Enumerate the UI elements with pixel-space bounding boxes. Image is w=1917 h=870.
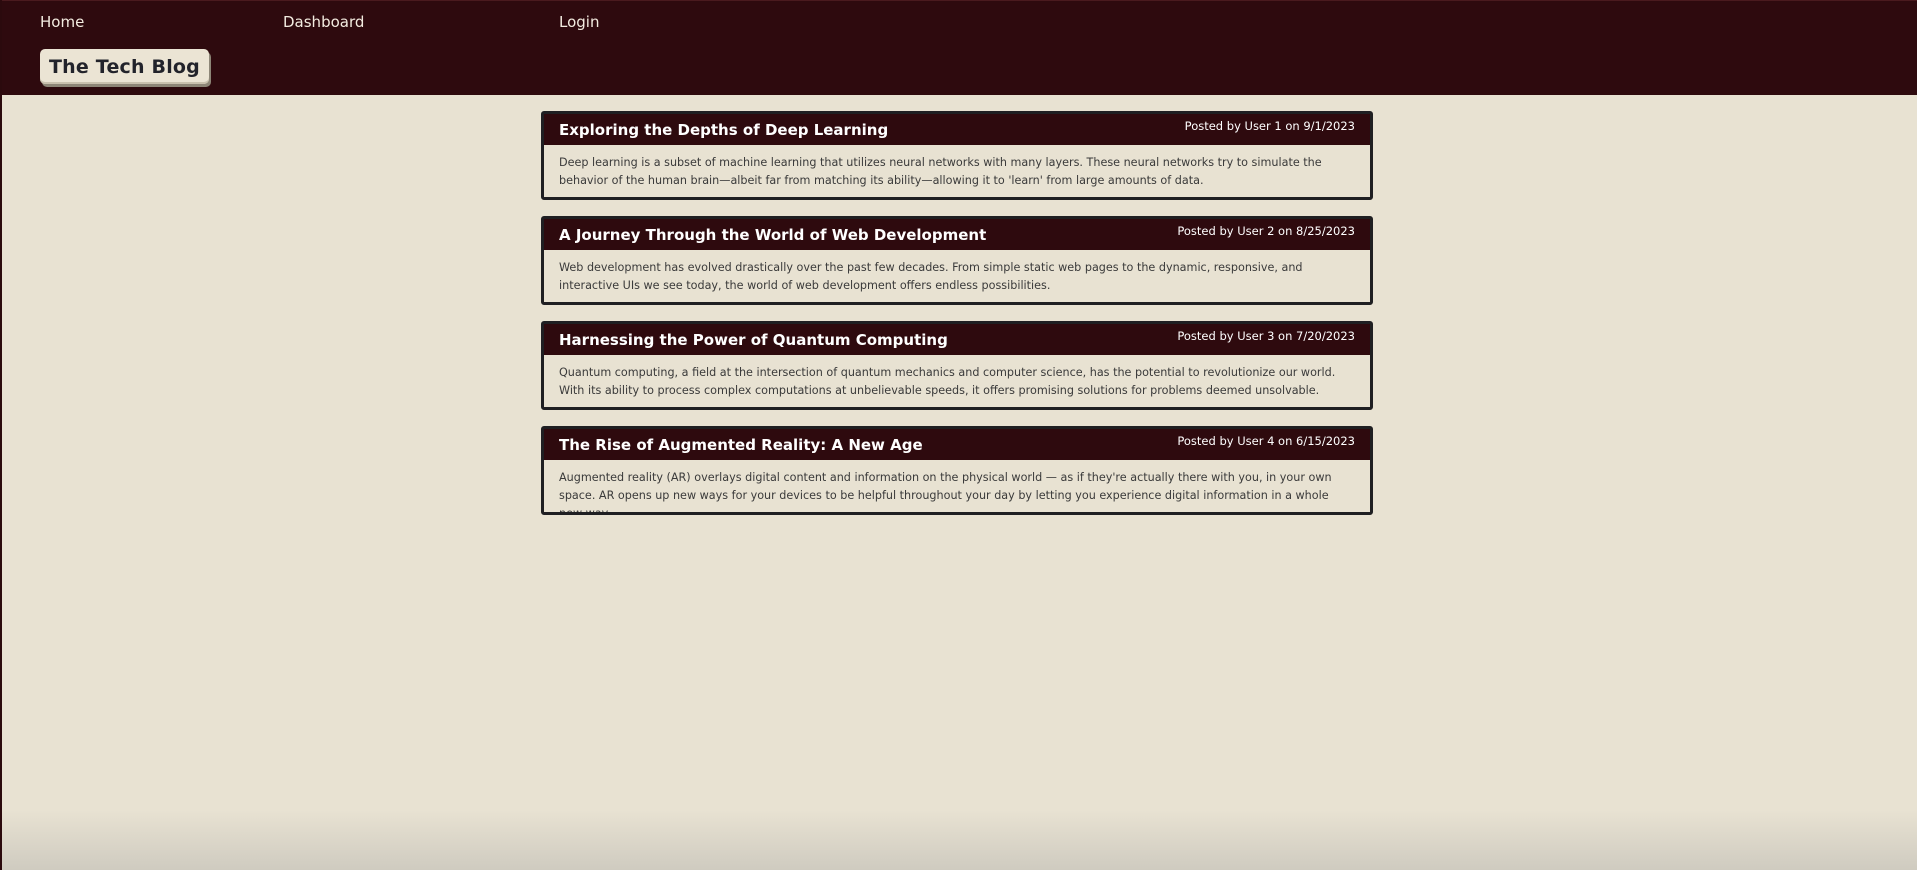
post-meta: Posted by User 3 on 7/20/2023 bbox=[1177, 329, 1355, 343]
post-body: Quantum computing, a field at the inters… bbox=[559, 366, 1336, 397]
post-body: Augmented reality (AR) overlays digital … bbox=[559, 471, 1332, 515]
post-body: Web development has evolved drastically … bbox=[559, 261, 1303, 292]
post-title[interactable]: The Rise of Augmented Reality: A New Age bbox=[559, 436, 923, 454]
site-title-badge[interactable]: The Tech Blog bbox=[40, 49, 209, 84]
post-card[interactable]: The Rise of Augmented Reality: A New Age… bbox=[541, 426, 1373, 515]
nav-login-link[interactable]: Login bbox=[559, 13, 599, 31]
post-card[interactable]: Exploring the Depths of Deep Learning Po… bbox=[541, 111, 1373, 200]
page: Home Dashboard Login The Tech Blog Explo… bbox=[0, 0, 1917, 870]
nav-dashboard-link[interactable]: Dashboard bbox=[283, 13, 364, 31]
post-list: Exploring the Depths of Deep Learning Po… bbox=[541, 111, 1373, 531]
post-title[interactable]: Exploring the Depths of Deep Learning bbox=[559, 121, 888, 139]
post-meta: Posted by User 4 on 6/15/2023 bbox=[1177, 434, 1355, 448]
post-body: Deep learning is a subset of machine lea… bbox=[559, 156, 1322, 187]
post-meta: Posted by User 1 on 9/1/2023 bbox=[1184, 119, 1355, 133]
post-meta: Posted by User 2 on 8/25/2023 bbox=[1177, 224, 1355, 238]
top-navbar: Home Dashboard Login The Tech Blog bbox=[2, 0, 1917, 95]
post-header: The Rise of Augmented Reality: A New Age… bbox=[544, 429, 1370, 460]
post-card[interactable]: Harnessing the Power of Quantum Computin… bbox=[541, 321, 1373, 410]
post-header: Harnessing the Power of Quantum Computin… bbox=[544, 324, 1370, 355]
post-title[interactable]: Harnessing the Power of Quantum Computin… bbox=[559, 331, 948, 349]
post-header: Exploring the Depths of Deep Learning Po… bbox=[544, 114, 1370, 145]
post-card[interactable]: A Journey Through the World of Web Devel… bbox=[541, 216, 1373, 305]
post-header: A Journey Through the World of Web Devel… bbox=[544, 219, 1370, 250]
post-title[interactable]: A Journey Through the World of Web Devel… bbox=[559, 226, 986, 244]
nav-home-link[interactable]: Home bbox=[40, 13, 84, 31]
